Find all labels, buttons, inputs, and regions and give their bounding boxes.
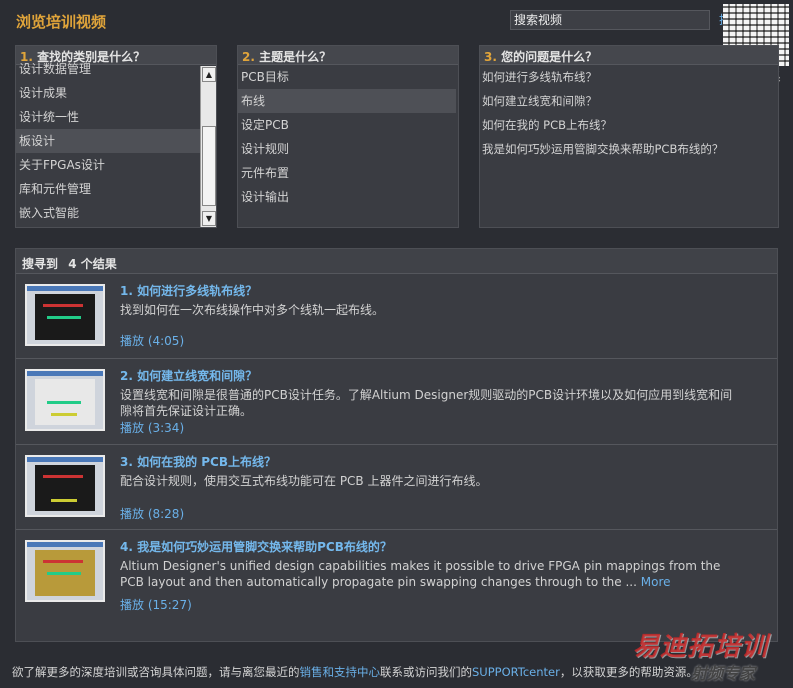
topic-item-selected[interactable]: 布线 [238, 89, 456, 113]
result-description: 设置线宽和间隙是很普通的PCB设计任务。了解Altium Designer规则驱… [120, 388, 733, 418]
topic-item[interactable]: 设定PCB [238, 113, 456, 137]
footer-text: ，以获取更多的帮助资源。 [559, 665, 698, 679]
topic-item[interactable]: PCB目标 [238, 65, 456, 89]
question-list[interactable]: 如何进行多线轨布线？ 如何建立线宽和间隙？ 如何在我的 PCB上布线？ 我是如何… [480, 65, 778, 161]
topic-panel: 2. 主题是什么？ PCB目标 布线 设定PCB 设计规则 元件布置 设计输出 [237, 45, 459, 228]
result-item: 2. 如何建立线宽和间隙？ 设置线宽和间隙是很普通的PCB设计任务。了解Alti… [16, 359, 777, 445]
search-input[interactable]: 搜索视频 [510, 10, 710, 30]
video-thumbnail[interactable] [25, 284, 105, 346]
play-link[interactable]: 播放 (3:34) [120, 419, 184, 436]
question-panel-number: 3. [484, 50, 497, 64]
video-thumbnail[interactable] [25, 369, 105, 431]
result-item: 4. 我是如何巧妙运用管脚交换来帮助PCB布线的？ Altium Designe… [16, 530, 777, 625]
scroll-thumb[interactable] [202, 126, 216, 206]
question-panel: 3. 您的问题是什么？ 如何进行多线轨布线？ 如何建立线宽和间隙？ 如何在我的 … [479, 45, 779, 228]
question-item[interactable]: 我是如何巧妙运用管脚交换来帮助PCB布线的？ [480, 137, 778, 161]
result-description: Altium Designer's unified design capabil… [120, 558, 740, 590]
topic-item[interactable]: 元件布置 [238, 161, 456, 185]
scroll-down-icon[interactable]: ▼ [202, 211, 216, 226]
category-list[interactable]: 设计数据管理 设计成果 设计统一性 板设计 关于FPGAs设计 库和元件管理 嵌… [16, 57, 200, 225]
question-item[interactable]: 如何进行多线轨布线？ [480, 65, 778, 89]
video-thumbnail[interactable] [25, 540, 105, 602]
play-link[interactable]: 播放 (8:28) [120, 505, 184, 522]
result-description: 配合设计规则，使用交互式布线功能可在 PCB 上器件之间进行布线。 [120, 474, 488, 488]
topic-panel-number: 2. [242, 50, 255, 64]
question-item[interactable]: 如何在我的 PCB上布线？ [480, 113, 778, 137]
question-item[interactable]: 如何建立线宽和间隙？ [480, 89, 778, 113]
topic-panel-title: 主题是什么？ [259, 50, 332, 64]
support-center-link[interactable]: SUPPORTcenter [472, 665, 560, 679]
topic-panel-header: 2. 主题是什么？ [238, 46, 458, 65]
category-item[interactable]: 设计统一性 [16, 105, 200, 129]
topic-item[interactable]: 设计输出 [238, 185, 456, 209]
result-description-text: Altium Designer's unified design capabil… [120, 559, 721, 589]
footer-text: 联系或访问我们的 [380, 665, 472, 679]
category-item[interactable]: 关于FPGAs设计 [16, 153, 200, 177]
category-scrollbar[interactable]: ▲ ▼ [200, 66, 216, 227]
category-item[interactable]: 库和元件管理 [16, 177, 200, 201]
play-link[interactable]: 播放 (15:27) [120, 596, 192, 613]
results-count: 4 个结果 [68, 257, 117, 271]
category-panel: 1. 查找的类别是什么？ 设计数据管理 设计成果 设计统一性 板设计 关于FPG… [15, 45, 217, 228]
page-title: 浏览培训视频 [16, 13, 107, 31]
result-title[interactable]: 1. 如何进行多线轨布线？ [120, 282, 257, 299]
category-item[interactable]: 嵌入式智能 [16, 201, 200, 225]
question-panel-title: 您的问题是什么？ [501, 50, 598, 64]
more-link[interactable]: More [641, 575, 671, 589]
category-item[interactable]: 设计数据管理 [16, 57, 200, 81]
footer-text: 欲了解更多的深度培训或咨询具体问题，请与离您最近的 [12, 665, 300, 679]
topic-list[interactable]: PCB目标 布线 设定PCB 设计规则 元件布置 设计输出 [238, 65, 456, 209]
footer: 欲了解更多的深度培训或咨询具体问题，请与离您最近的销售和支持中心联系或访问我们的… [12, 664, 787, 680]
results-header: 搜寻到 4 个结果 [16, 249, 777, 274]
video-thumbnail[interactable] [25, 455, 105, 517]
result-item: 1. 如何进行多线轨布线？ 找到如何在一次布线操作中对多个线轨一起布线。 播放 … [16, 274, 777, 359]
result-title[interactable]: 2. 如何建立线宽和间隙？ [120, 367, 257, 384]
category-item-selected[interactable]: 板设计 [16, 129, 200, 153]
result-item: 3. 如何在我的 PCB上布线？ 配合设计规则，使用交互式布线功能可在 PCB … [16, 445, 777, 530]
results-label: 搜寻到 [22, 257, 59, 271]
result-description: 找到如何在一次布线操作中对多个线轨一起布线。 [120, 303, 385, 317]
play-link[interactable]: 播放 (4:05) [120, 332, 184, 349]
question-panel-header: 3. 您的问题是什么？ [480, 46, 778, 65]
results-panel: 搜寻到 4 个结果 1. 如何进行多线轨布线？ 找到如何在一次布线操作中对多个线… [15, 248, 778, 642]
category-item[interactable]: 设计成果 [16, 81, 200, 105]
result-title[interactable]: 3. 如何在我的 PCB上布线？ [120, 453, 276, 470]
result-title[interactable]: 4. 我是如何巧妙运用管脚交换来帮助PCB布线的？ [120, 538, 392, 555]
topic-item[interactable]: 设计规则 [238, 137, 456, 161]
sales-support-link[interactable]: 销售和支持中心 [300, 665, 381, 679]
scroll-up-icon[interactable]: ▲ [202, 67, 216, 82]
